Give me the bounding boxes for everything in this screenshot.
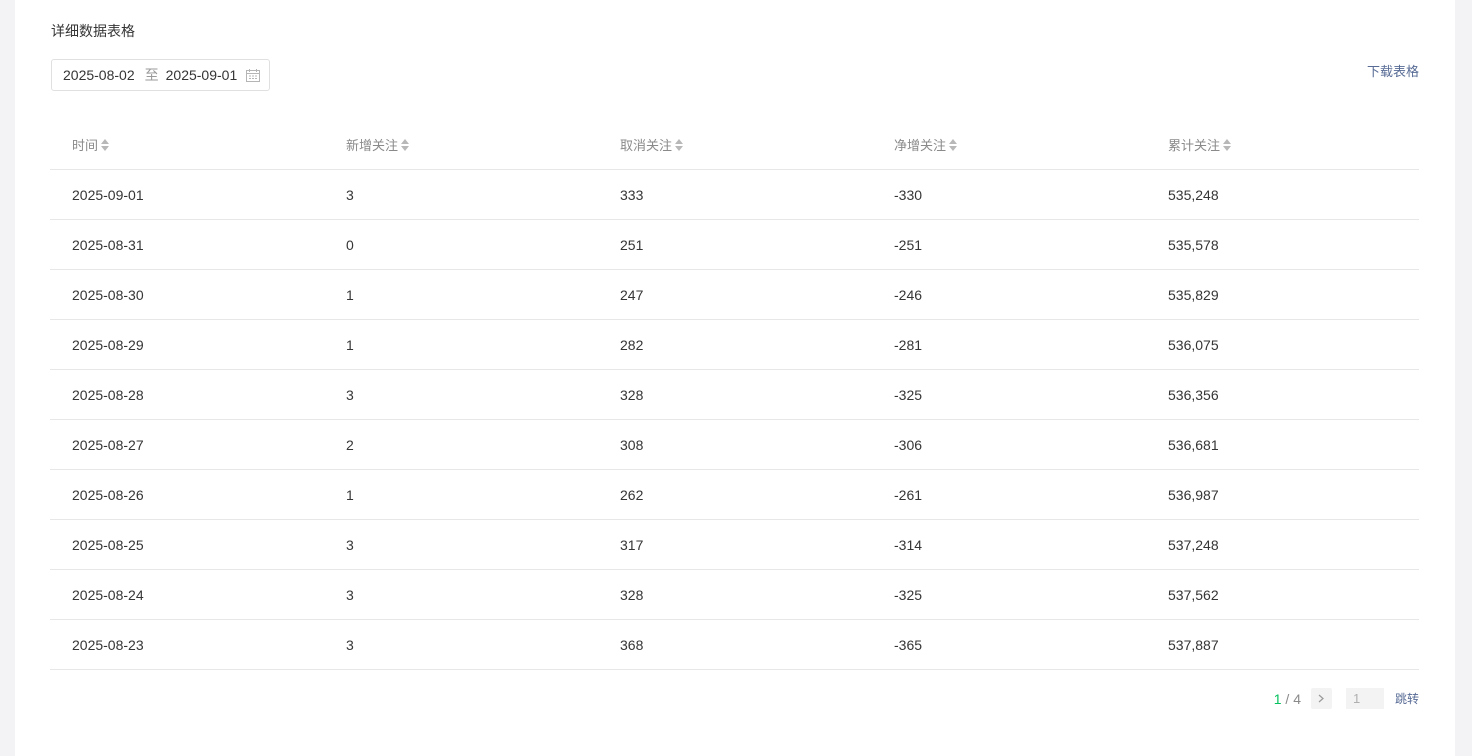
cell-unfollows: 262 [620,486,644,503]
cell-time: 2025-08-29 [72,336,144,353]
cell-net-follows: -261 [894,486,923,503]
sort-caret-icon[interactable] [101,138,110,152]
cell-net-follows: -330 [894,186,923,203]
cell-total-follows: 537,248 [1168,536,1219,553]
cell-unfollows: 251 [620,236,644,253]
current-page: 1 [1273,690,1282,707]
table-row: 2025-09-01 3 333 -330 535,248 [50,170,1419,220]
column-header-net-follows[interactable]: 净增关注 [872,135,1146,154]
data-table: 时间 新增关注 取消关注 净增关注 累计关注 2025-09-01 3 333 … [50,120,1419,670]
cell-unfollows: 328 [620,386,644,403]
next-page-button[interactable] [1310,688,1332,709]
cell-time: 2025-08-28 [72,386,144,403]
column-header-unfollows[interactable]: 取消关注 [598,135,872,154]
cell-total-follows: 537,562 [1168,586,1219,603]
cell-total-follows: 536,681 [1168,436,1219,453]
cell-unfollows: 317 [620,536,644,553]
column-header-total-follows[interactable]: 累计关注 [1146,135,1419,154]
cell-total-follows: 536,987 [1168,486,1219,503]
page-jump-input[interactable] [1345,688,1384,709]
date-range-start[interactable]: 2025-08-02 [63,67,135,83]
cell-time: 2025-08-25 [72,536,144,553]
cell-unfollows: 282 [620,336,644,353]
column-header-label: 取消关注 [620,138,673,153]
table-row: 2025-08-29 1 282 -281 536,075 [50,320,1419,370]
column-header-label: 时间 [72,138,99,153]
total-pages: 4 [1293,690,1301,707]
cell-new-follows: 0 [346,236,354,253]
sort-caret-icon[interactable] [401,138,410,152]
sort-caret-icon[interactable] [949,138,958,152]
cell-net-follows: -251 [894,236,923,253]
cell-new-follows: 1 [346,486,354,503]
table-row: 2025-08-26 1 262 -261 536,987 [50,470,1419,520]
page-divider: / [1281,690,1294,707]
table-row: 2025-08-23 3 368 -365 537,887 [50,620,1419,670]
column-header-time[interactable]: 时间 [50,135,324,154]
date-range-picker[interactable]: 2025-08-02 至 2025-09-01 [51,59,270,91]
page-indicator: 1 / 4 [1274,691,1301,707]
cell-total-follows: 536,075 [1168,336,1219,353]
cell-net-follows: -281 [894,336,923,353]
table-row: 2025-08-30 1 247 -246 535,829 [50,270,1419,320]
cell-time: 2025-08-24 [72,586,144,603]
cell-new-follows: 3 [346,636,354,653]
cell-total-follows: 535,578 [1168,236,1219,253]
cell-new-follows: 2 [346,436,354,453]
column-header-label: 净增关注 [894,138,947,153]
cell-new-follows: 3 [346,536,354,553]
cell-net-follows: -365 [894,636,923,653]
table-row: 2025-08-27 2 308 -306 536,681 [50,420,1419,470]
cell-net-follows: -306 [894,436,923,453]
table-row: 2025-08-31 0 251 -251 535,578 [50,220,1419,270]
cell-time: 2025-08-31 [72,236,144,253]
cell-new-follows: 3 [346,186,354,203]
cell-unfollows: 368 [620,636,644,653]
cell-unfollows: 308 [620,436,644,453]
data-table-panel: 详细数据表格 2025-08-02 至 2025-09-01 下载表格 时间 新… [15,0,1455,756]
sort-caret-icon[interactable] [675,138,684,152]
pagination: 1 / 4 跳转 [1274,688,1419,709]
table-header-row: 时间 新增关注 取消关注 净增关注 累计关注 [50,120,1419,170]
cell-total-follows: 536,356 [1168,386,1219,403]
column-header-label: 累计关注 [1168,138,1221,153]
cell-unfollows: 247 [620,286,644,303]
cell-unfollows: 328 [620,586,644,603]
date-range-end[interactable]: 2025-09-01 [166,67,238,83]
column-header-new-follows[interactable]: 新增关注 [324,135,598,154]
cell-new-follows: 1 [346,286,354,303]
table-row: 2025-08-25 3 317 -314 537,248 [50,520,1419,570]
cell-time: 2025-08-26 [72,486,144,503]
cell-unfollows: 333 [620,186,644,203]
cell-total-follows: 535,248 [1168,186,1219,203]
cell-total-follows: 537,887 [1168,636,1219,653]
cell-time: 2025-09-01 [72,186,144,203]
sort-caret-icon[interactable] [1223,138,1232,152]
jump-button[interactable]: 跳转 [1395,690,1419,707]
table-row: 2025-08-28 3 328 -325 536,356 [50,370,1419,420]
cell-new-follows: 3 [346,386,354,403]
column-header-label: 新增关注 [346,138,399,153]
section-title: 详细数据表格 [51,23,135,39]
cell-time: 2025-08-27 [72,436,144,453]
cell-new-follows: 3 [346,586,354,603]
chevron-right-icon [1319,694,1325,703]
calendar-icon[interactable] [246,69,260,82]
cell-net-follows: -325 [894,386,923,403]
cell-net-follows: -314 [894,536,923,553]
cell-net-follows: -246 [894,286,923,303]
cell-net-follows: -325 [894,586,923,603]
cell-time: 2025-08-30 [72,286,144,303]
table-row: 2025-08-24 3 328 -325 537,562 [50,570,1419,620]
cell-time: 2025-08-23 [72,636,144,653]
cell-new-follows: 1 [346,336,354,353]
download-table-link[interactable]: 下载表格 [1367,61,1419,80]
cell-total-follows: 535,829 [1168,286,1219,303]
date-range-separator: 至 [144,67,159,83]
